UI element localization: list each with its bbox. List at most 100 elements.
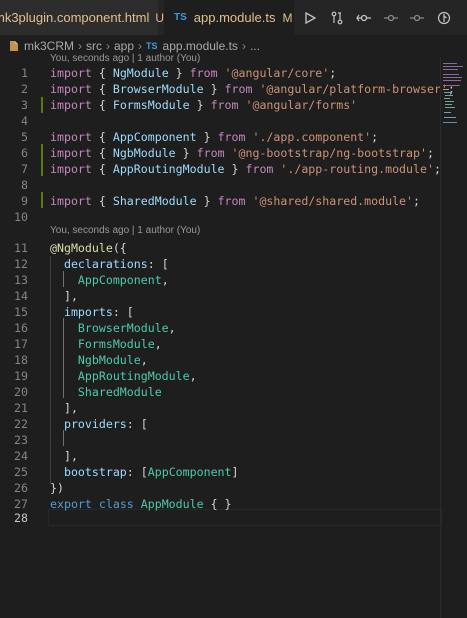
code-line: 18 NgbModule, bbox=[0, 352, 440, 368]
typescript-icon: TS bbox=[174, 12, 187, 23]
line-number: 25 bbox=[14, 465, 28, 479]
line-number: 21 bbox=[14, 401, 28, 415]
code-text: }) bbox=[50, 481, 64, 495]
line-number: 17 bbox=[14, 337, 28, 351]
line-number: 12 bbox=[14, 257, 28, 271]
minimap-line bbox=[443, 80, 461, 81]
breadcrumb-item-file[interactable]: app.module.ts bbox=[163, 39, 238, 53]
minimap[interactable] bbox=[441, 57, 467, 618]
previous-change-icon[interactable] bbox=[383, 9, 399, 27]
code-text: SharedModule bbox=[77, 385, 162, 399]
chevron-right-icon: › bbox=[106, 39, 110, 53]
code-line: 11 @NgModule({ bbox=[0, 240, 440, 256]
line-number: 22 bbox=[14, 417, 28, 431]
line-number: 11 bbox=[14, 241, 28, 255]
minimap-line bbox=[444, 117, 456, 118]
code-line: 19 AppRoutingModule, bbox=[0, 368, 440, 384]
line-number: 14 bbox=[14, 289, 28, 303]
minimap-line bbox=[443, 74, 459, 75]
code-text: import { NgbModule } from '@ng-bootstrap… bbox=[50, 146, 434, 160]
minimap-line bbox=[445, 95, 453, 96]
code-line: 5 import { AppComponent } from './app.com… bbox=[0, 129, 440, 145]
breadcrumb-item-mk3crm[interactable]: mk3CRM bbox=[24, 39, 74, 53]
chevron-right-icon: › bbox=[241, 39, 246, 53]
minimap-line bbox=[444, 98, 450, 99]
source-control-icon[interactable] bbox=[356, 9, 372, 27]
codelens-authors[interactable]: You, seconds ago | 1 author (You) bbox=[50, 224, 200, 238]
tab-app-module-ts[interactable]: TS app.module.ts M bbox=[164, 0, 294, 35]
code-text: NgbModule, bbox=[77, 353, 148, 367]
code-text: ], bbox=[50, 289, 78, 303]
line-number: 24 bbox=[14, 449, 28, 463]
minimap-line bbox=[445, 107, 455, 108]
minimap-line bbox=[445, 101, 454, 102]
code-line: 14 ], bbox=[0, 288, 440, 304]
breadcrumb-more[interactable]: ... bbox=[250, 39, 260, 53]
minimap-line bbox=[443, 122, 457, 123]
codelens-authors[interactable]: You, seconds ago | 1 author (You) bbox=[50, 52, 200, 66]
code-line: 8 bbox=[0, 177, 440, 193]
compare-changes-icon[interactable] bbox=[330, 9, 344, 27]
minimap-line bbox=[443, 85, 460, 86]
code-text: import { NgModule } from '@angular/core'… bbox=[50, 66, 337, 80]
code-line: 24 ], bbox=[0, 448, 440, 464]
code-line: 2 import { BrowserModule } from '@angular… bbox=[0, 81, 455, 97]
code-text: declarations: [ bbox=[63, 257, 169, 271]
line-number: 26 bbox=[14, 481, 28, 495]
code-text: AppComponent, bbox=[77, 273, 169, 287]
line-number: 9 bbox=[21, 194, 28, 208]
code-line: 22 providers: [ bbox=[0, 416, 440, 432]
minimap-line bbox=[443, 69, 458, 70]
line-number: 20 bbox=[14, 385, 28, 399]
code-line: 28 bbox=[0, 510, 440, 526]
line-number: 15 bbox=[14, 305, 28, 319]
line-number: 2 bbox=[21, 82, 28, 96]
code-text: import { AppComponent } from './app.comp… bbox=[50, 130, 379, 144]
code-text: @NgModule({ bbox=[50, 241, 127, 255]
code-line: 23 bbox=[0, 432, 440, 448]
breadcrumb-item-app[interactable]: app bbox=[114, 39, 134, 53]
code-text: import { SharedModule } from '@shared/sh… bbox=[50, 194, 420, 208]
code-text: bootstrap: [AppComponent] bbox=[63, 465, 239, 479]
tab-mk3plugin-component-html[interactable]: mk3plugin.component.html U bbox=[0, 0, 164, 35]
code-line: 17 FormsModule, bbox=[0, 336, 440, 352]
tab-bar: mk3plugin.component.html U TS app.module… bbox=[0, 0, 467, 35]
line-number: 5 bbox=[21, 130, 28, 144]
line-number: 7 bbox=[21, 162, 28, 176]
line-number: 16 bbox=[14, 321, 28, 335]
tab-label: app.module.ts bbox=[193, 10, 276, 25]
minimap-line bbox=[445, 104, 452, 105]
code-line: 21 ], bbox=[0, 400, 440, 416]
line-number: 13 bbox=[14, 273, 28, 287]
play-icon[interactable] bbox=[303, 9, 317, 27]
code-line: 9 import { SharedModule } from '@shared/s… bbox=[0, 193, 440, 209]
code-editor[interactable]: You, seconds ago | 1 author (You) You, s… bbox=[0, 53, 455, 618]
line-number: 10 bbox=[14, 210, 28, 224]
line-number: 1 bbox=[21, 66, 28, 80]
code-line: 13 AppComponent, bbox=[0, 272, 440, 288]
code-line: 10 bbox=[0, 209, 440, 225]
minimap-line bbox=[443, 77, 462, 78]
code-line: 25 bootstrap: [AppComponent] bbox=[0, 464, 440, 480]
code-line: 26}) bbox=[0, 480, 440, 496]
code-line: 3 import { FormsModule } from '@angular/f… bbox=[0, 97, 440, 113]
minimap-line bbox=[443, 89, 449, 90]
code-line: 6 import { NgbModule } from '@ng-bootstra… bbox=[0, 145, 440, 161]
modified-badge: M bbox=[282, 10, 293, 25]
minimap-line bbox=[443, 66, 463, 67]
code-line: 16 BrowserModule, bbox=[0, 320, 440, 336]
code-text: FormsModule, bbox=[77, 337, 162, 351]
code-text: import { AppRoutingModule } from './app-… bbox=[50, 162, 441, 176]
line-number: 23 bbox=[14, 433, 28, 447]
code-line: 12 declarations: [ bbox=[0, 256, 440, 272]
line-number: 18 bbox=[14, 353, 28, 367]
line-number: 6 bbox=[21, 146, 28, 160]
line-number: 4 bbox=[21, 114, 28, 128]
code-text: AppRoutingModule, bbox=[77, 369, 197, 383]
code-text: import { FormsModule } from '@angular/fo… bbox=[50, 98, 358, 112]
code-line: 4 bbox=[0, 113, 440, 129]
breadcrumb-item-src[interactable]: src bbox=[86, 39, 102, 53]
git-lens-icon[interactable] bbox=[437, 9, 451, 27]
line-number: 8 bbox=[21, 178, 28, 192]
next-change-icon[interactable] bbox=[409, 9, 425, 27]
